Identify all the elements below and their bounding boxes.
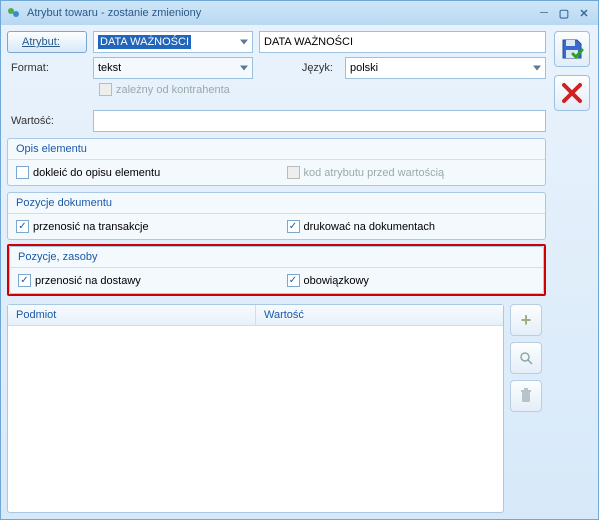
th-podmiot[interactable]: Podmiot: [8, 305, 256, 326]
cb-obowiazkowy-label: obowiązkowy: [304, 275, 369, 287]
chevron-down-icon: [240, 40, 248, 45]
dependent-checkbox-wrap: zależny od kontrahenta: [99, 83, 230, 96]
cb-przenosic-dostawy-label: przenosić na dostawy: [35, 275, 141, 287]
attribute-text[interactable]: DATA WAŻNOŚCI: [259, 31, 546, 53]
search-button[interactable]: [510, 342, 542, 374]
group-pozycje-dokumentu: Pozycje dokumentu przenosić na transakcj…: [7, 192, 546, 240]
row-dependent: zależny od kontrahenta: [7, 83, 546, 96]
cb-drukowac-label: drukować na dokumentach: [304, 221, 435, 233]
language-value: polski: [350, 62, 378, 74]
cb-przenosic-transakcje-label: przenosić na transakcje: [33, 221, 149, 233]
table-area: Podmiot Wartość +: [7, 304, 546, 513]
window: Atrybut towaru - zostanie zmieniony ─ ▢ …: [0, 0, 599, 520]
row-attribute: Atrybut: DATA WAŻNOŚCI DATA WAŻNOŚCI: [7, 31, 546, 53]
window-title: Atrybut towaru - zostanie zmieniony: [27, 7, 532, 19]
opis-col1: dokleić do opisu elementu: [16, 166, 267, 179]
table-side-buttons: +: [510, 304, 546, 513]
group-pozzas-title: Pozycje, zasoby: [10, 247, 543, 268]
pozdoc-col2: drukować na dokumentach: [287, 220, 538, 233]
cb-przenosic-dostawy[interactable]: [18, 274, 31, 287]
save-button[interactable]: [554, 31, 590, 67]
cb-obowiazkowy[interactable]: [287, 274, 300, 287]
cancel-button[interactable]: [554, 75, 590, 111]
group-opis-elementu: Opis elementu dokleić do opisu elementu …: [7, 138, 546, 186]
delete-button[interactable]: [510, 380, 542, 412]
cb-kod-atrybutu: [287, 166, 300, 179]
group-pozdoc-title: Pozycje dokumentu: [8, 193, 545, 214]
group-pozycje-zasoby: Pozycje, zasoby przenosić na dostawy obo…: [9, 246, 544, 294]
cb-dokleic[interactable]: [16, 166, 29, 179]
plus-icon: +: [521, 310, 532, 331]
group-opis-title: Opis elementu: [8, 139, 545, 160]
lang-label: Język:: [259, 62, 339, 74]
trash-icon: [519, 388, 533, 404]
table-body: [8, 326, 503, 512]
th-wartosc[interactable]: Wartość: [256, 305, 503, 326]
magnifier-icon: [518, 350, 534, 366]
format-combo[interactable]: tekst: [93, 57, 253, 79]
format-label: Format:: [7, 62, 87, 74]
form-area: Atrybut: DATA WAŻNOŚCI DATA WAŻNOŚCI For…: [7, 31, 546, 513]
row-wartosc: Wartość:: [7, 110, 546, 132]
language-combo[interactable]: polski: [345, 57, 546, 79]
cb-kod-atrybutu-label: kod atrybutu przed wartością: [304, 167, 445, 179]
dependent-checkbox: [99, 83, 112, 96]
pozzas-col2: obowiązkowy: [287, 274, 536, 287]
app-icon: [7, 6, 21, 20]
close-button[interactable]: ✕: [576, 6, 592, 20]
table: Podmiot Wartość: [7, 304, 504, 513]
titlebar: Atrybut towaru - zostanie zmieniony ─ ▢ …: [1, 1, 598, 25]
dependent-label: zależny od kontrahenta: [116, 84, 230, 96]
side-buttons: [552, 31, 592, 513]
attribute-text-value: DATA WAŻNOŚCI: [264, 36, 353, 48]
attribute-combo-value: DATA WAŻNOŚCI: [98, 35, 191, 49]
add-button[interactable]: +: [510, 304, 542, 336]
opis-col2: kod atrybutu przed wartością: [287, 166, 538, 179]
minimize-button[interactable]: ─: [536, 6, 552, 20]
attribute-combo[interactable]: DATA WAŻNOŚCI: [93, 31, 253, 53]
attribute-button[interactable]: Atrybut:: [7, 31, 87, 53]
cancel-icon: [561, 82, 583, 104]
row-format: Format: tekst Język: polski: [7, 57, 546, 79]
body: Atrybut: DATA WAŻNOŚCI DATA WAŻNOŚCI For…: [1, 25, 598, 519]
wartosc-label: Wartość:: [7, 115, 87, 127]
cb-drukowac[interactable]: [287, 220, 300, 233]
pozzas-col1: przenosić na dostawy: [18, 274, 267, 287]
maximize-button[interactable]: ▢: [556, 6, 572, 20]
attribute-button-label: Atrybut:: [22, 36, 60, 48]
pozdoc-col1: przenosić na transakcje: [16, 220, 267, 233]
chevron-down-icon: [533, 66, 541, 71]
save-icon: [560, 37, 584, 61]
table-head: Podmiot Wartość: [8, 305, 503, 326]
chevron-down-icon: [240, 66, 248, 71]
format-value: tekst: [98, 62, 121, 74]
wartosc-input[interactable]: [93, 110, 546, 132]
cb-dokleic-label: dokleić do opisu elementu: [33, 167, 160, 179]
cb-przenosic-transakcje[interactable]: [16, 220, 29, 233]
highlight-pozycje-zasoby: Pozycje, zasoby przenosić na dostawy obo…: [7, 244, 546, 296]
